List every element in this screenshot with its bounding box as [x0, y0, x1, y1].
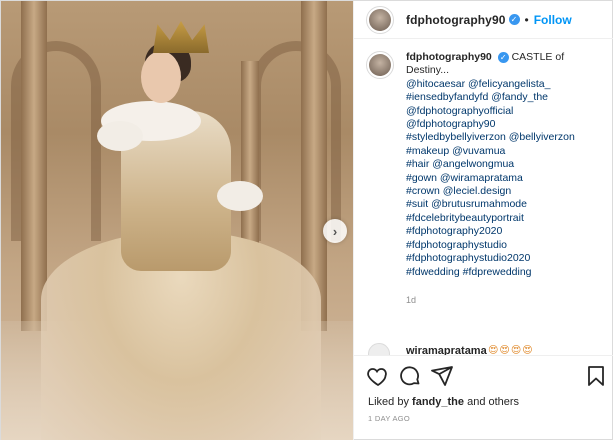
caption-tag-line[interactable]: #fdphotography2020: [406, 225, 603, 238]
background-arch: [251, 41, 341, 241]
likes-summary: Liked by fandy_the and others: [368, 396, 519, 408]
comment-avatar[interactable]: [368, 343, 390, 355]
instagram-post: › fdphotography90 ✓ • Follow fdphotograp…: [0, 0, 613, 440]
bookmark-icon[interactable]: [584, 364, 608, 388]
caption-tag-line[interactable]: #gown @wiramapratama: [406, 172, 603, 185]
action-bar: Liked by fandy_the and others 1 DAY AGO: [354, 355, 613, 440]
post-photo[interactable]: ›: [1, 1, 353, 440]
follow-button[interactable]: Follow: [534, 13, 572, 27]
comment-preview: wiramapratama 😍😍😍😍: [354, 341, 613, 355]
comment-icon[interactable]: [398, 364, 422, 388]
gown-cuff: [217, 181, 263, 211]
model-face: [141, 51, 181, 103]
liked-by-username[interactable]: fandy_the: [412, 396, 464, 408]
likes-suffix[interactable]: and others: [467, 396, 519, 408]
post-timestamp[interactable]: 1 DAY AGO: [368, 414, 410, 423]
caption-tag-line[interactable]: @fdphotographyofficial: [406, 105, 603, 118]
caption-tag-line[interactable]: #fdphotographystudio: [406, 239, 603, 252]
caption-area: fdphotography90 ✓ CASTLE of Destiny... @…: [354, 39, 613, 341]
caption-username[interactable]: fdphotography90: [406, 51, 492, 63]
comment-text: 😍😍😍😍: [488, 345, 534, 355]
caption-tag-line[interactable]: #styledbybellyiverzon @bellyiverzon: [406, 131, 603, 144]
crown: [153, 21, 209, 53]
caption-row: fdphotography90 ✓ CASTLE of Destiny... @…: [366, 51, 603, 279]
background-column: [21, 1, 47, 331]
gown-cuff: [97, 121, 143, 151]
caption-tag-line[interactable]: @fdphotography90: [406, 118, 603, 131]
post-side-panel: fdphotography90 ✓ • Follow fdphotography…: [353, 1, 613, 440]
comment-username[interactable]: wiramapratama: [406, 345, 487, 355]
caption-tag-line[interactable]: #fdphotographystudio2020: [406, 252, 603, 265]
verified-badge-icon: ✓: [497, 52, 509, 63]
caption-tag-line[interactable]: #iensedbyfandyfd @fandy_the: [406, 91, 603, 104]
verified-badge-icon: ✓: [508, 14, 520, 25]
next-photo-button[interactable]: ›: [323, 219, 347, 243]
paper-plane-icon[interactable]: [430, 364, 454, 388]
caption-tag-line[interactable]: #fdwedding #fdprewedding: [406, 266, 603, 279]
caption-tag-line[interactable]: #hair @angelwongmua: [406, 158, 603, 171]
caption-age[interactable]: 1d: [406, 295, 603, 305]
action-icons: [366, 364, 606, 390]
caption-tag-line[interactable]: #makeup @vuvamua: [406, 145, 603, 158]
likes-prefix: Liked by: [368, 396, 409, 408]
caption-text: fdphotography90 ✓ CASTLE of Destiny... @…: [406, 51, 603, 279]
caption-tag-line[interactable]: @hitocaesar @felicyangelista_: [406, 78, 603, 91]
post-header: fdphotography90 ✓ • Follow: [354, 1, 613, 39]
caption-tag-line[interactable]: #suit @brutusrumahmode: [406, 198, 603, 211]
chevron-right-icon: ›: [332, 223, 338, 239]
separator-dot: •: [524, 12, 529, 27]
caption-avatar[interactable]: [366, 51, 394, 79]
caption-tag-line[interactable]: #fdcelebritybeautyportrait: [406, 212, 603, 225]
heart-icon[interactable]: [366, 364, 390, 388]
avatar[interactable]: [366, 5, 394, 34]
caption-tag-line[interactable]: #crown @leciel.design: [406, 185, 603, 198]
header-username[interactable]: fdphotography90: [406, 13, 506, 27]
